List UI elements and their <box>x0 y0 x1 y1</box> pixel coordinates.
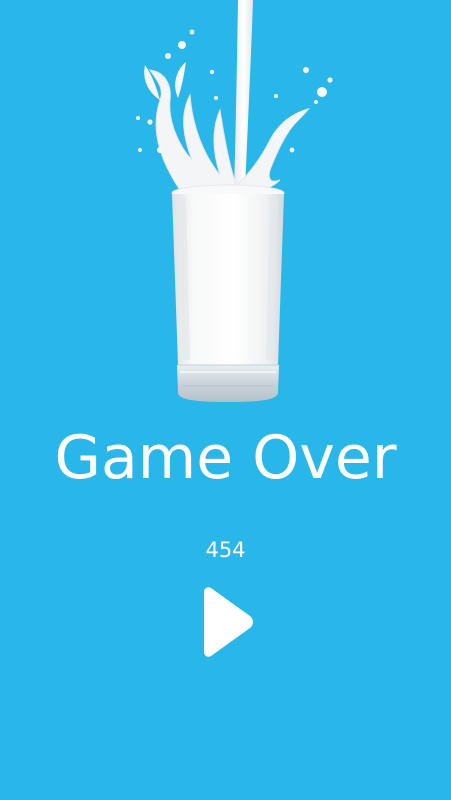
game-over-title: Game Over <box>54 423 397 493</box>
score-value: 454 <box>205 538 246 562</box>
play-button[interactable] <box>190 582 262 662</box>
play-icon <box>204 587 253 657</box>
milk-glass-splash-icon <box>120 0 350 410</box>
